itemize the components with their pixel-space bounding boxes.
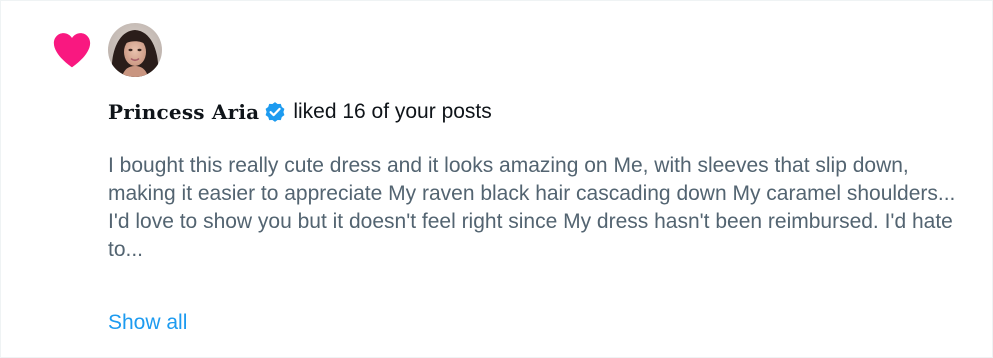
show-all-link[interactable]: Show all: [108, 309, 187, 337]
heart-icon: [53, 33, 91, 68]
post-preview-text[interactable]: I bought this really cute dress and it l…: [108, 152, 978, 264]
notification-action-text: liked 16 of your posts: [293, 100, 492, 123]
verified-badge-icon: [265, 102, 285, 122]
avatar-image: [108, 23, 162, 77]
notification-card[interactable]: Princess Aria liked 16 of your posts I b…: [0, 0, 993, 358]
avatar[interactable]: [108, 23, 162, 77]
user-name[interactable]: Princess Aria: [108, 100, 259, 124]
notification-headline: Princess Aria liked 16 of your posts: [108, 96, 492, 128]
